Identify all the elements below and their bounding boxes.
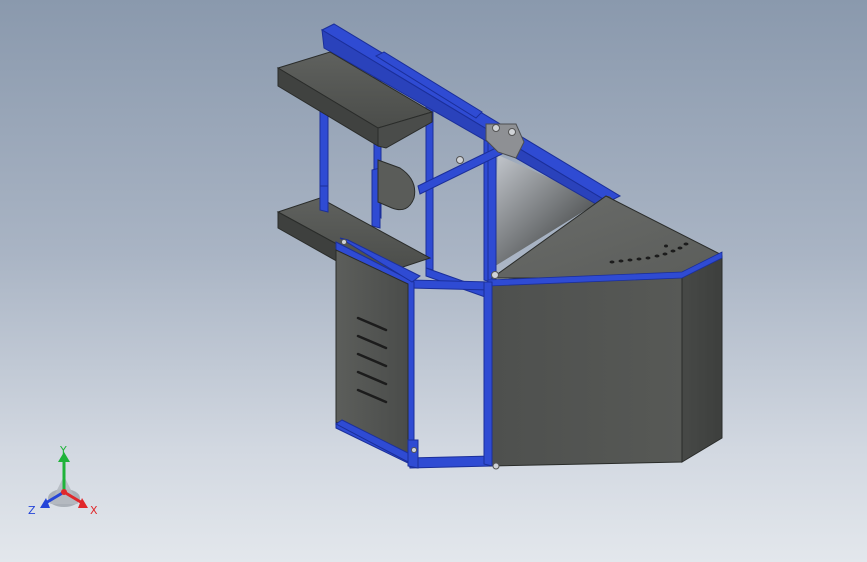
- cabinet-frame-model[interactable]: [276, 23, 723, 470]
- z-axis-label: Z: [28, 504, 36, 517]
- axis-triad[interactable]: Y X Z: [22, 446, 108, 526]
- y-axis-label: Y: [59, 446, 67, 457]
- box-left-post: [483, 281, 493, 467]
- left-door-panel[interactable]: [335, 237, 421, 467]
- mounting-plate: [377, 159, 416, 211]
- box-front-face: [489, 275, 683, 467]
- cad-viewport[interactable]: [0, 0, 867, 562]
- x-axis-label: X: [90, 504, 98, 517]
- upper-shelf-tray: [276, 51, 434, 149]
- box-side-face: [681, 255, 723, 463]
- triad-origin: [61, 489, 67, 495]
